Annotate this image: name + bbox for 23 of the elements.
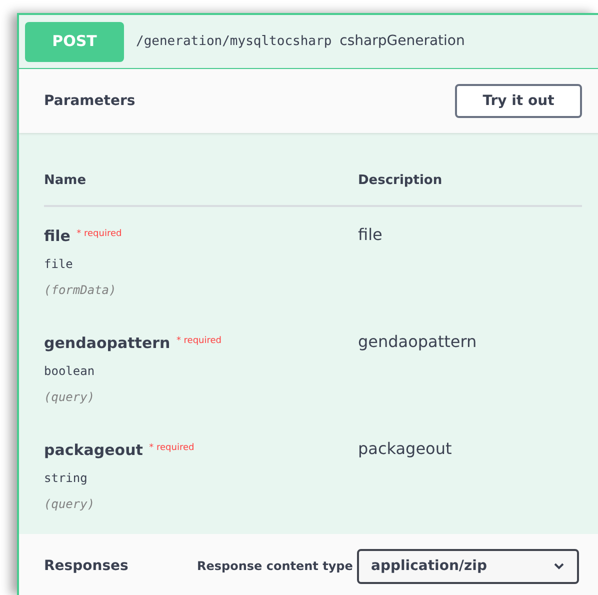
section-title: Parameters xyxy=(44,92,136,110)
parameter-name: file $^{* required}$ xyxy=(44,226,122,246)
parameter-type: file xyxy=(44,256,73,273)
parameter-location: (formData) xyxy=(44,282,116,299)
chevron-down-icon xyxy=(553,562,565,570)
parameter-description: file xyxy=(358,224,382,246)
operation-summary: csharpGeneration xyxy=(340,32,465,51)
method-badge: POST xyxy=(25,22,124,62)
parameter-type: boolean xyxy=(44,363,95,380)
field-label: Response content type xyxy=(197,558,354,575)
parameter-location: (query) xyxy=(44,389,95,406)
column-header: Name xyxy=(44,172,88,190)
column-header: Description xyxy=(358,172,442,190)
parameter-type: string xyxy=(44,470,88,487)
parameter-name: gendaopattern $^{* required}$ xyxy=(44,332,222,354)
parameter-description: gendaopattern xyxy=(358,330,477,352)
try-it-out-button[interactable]: Try it out xyxy=(455,84,582,118)
content-type-select[interactable]: application/zip xyxy=(357,548,579,584)
parameter-location: (query) xyxy=(44,496,95,513)
endpoint-path: /generation/mysqltocsharp xyxy=(136,32,332,51)
parameter-description: packageout xyxy=(358,438,452,460)
section-title: Responses xyxy=(44,556,130,576)
parameter-name: packageout $^{* required}$ xyxy=(44,440,194,460)
